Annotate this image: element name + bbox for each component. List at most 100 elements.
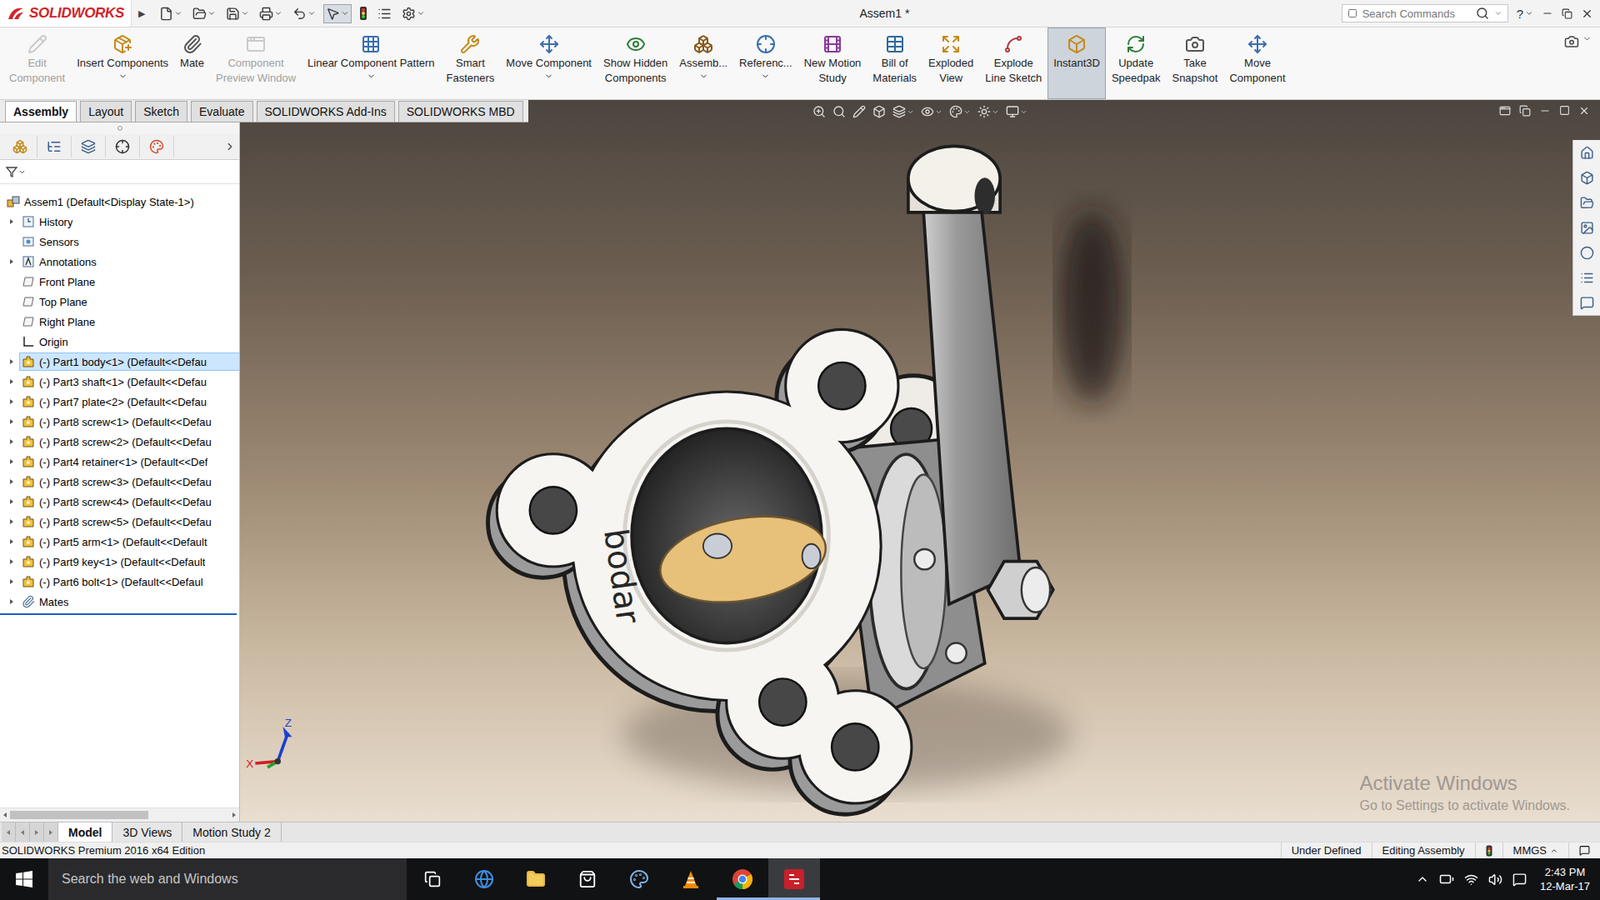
expand-arrow-icon[interactable] (8, 558, 15, 565)
scroll-thumb[interactable] (10, 810, 149, 820)
units-selector[interactable]: MMGS (1502, 842, 1569, 859)
close-icon[interactable] (1578, 105, 1590, 117)
ribbon-button[interactable]: SmartFasteners (440, 27, 501, 100)
view-tool-button[interactable] (832, 105, 846, 119)
expand-arrow-icon[interactable] (8, 498, 15, 505)
graphics-area[interactable]: bodarZXActivate WindowsGo to Settings to… (240, 100, 1600, 822)
expand-arrow-icon[interactable] (8, 478, 15, 485)
tree-item[interactable]: Assem1 (Default<Display State-1>) (0, 191, 240, 212)
rollback-bar[interactable] (0, 613, 237, 615)
action-center-icon[interactable] (1512, 872, 1527, 887)
task-pane-tab[interactable] (1573, 165, 1600, 190)
view-tool-button[interactable] (920, 105, 943, 119)
quick-access-button[interactable] (256, 4, 285, 24)
ribbon-button[interactable]: MoveComponent (1223, 27, 1291, 100)
ribbon-button[interactable]: ExplodeLine Sketch (979, 27, 1048, 100)
triad[interactable]: ZX (245, 716, 292, 770)
show-hidden-icons-icon[interactable] (1415, 872, 1430, 886)
view-tool-button[interactable] (872, 105, 886, 119)
scroll-left-icon[interactable] (1, 811, 9, 819)
ribbon-button[interactable]: Mate (174, 27, 210, 100)
tab-nav-button[interactable] (1, 822, 16, 842)
tooltips-toggle[interactable] (1568, 842, 1600, 859)
camera-icon[interactable] (1564, 34, 1580, 50)
view-tool-button[interactable] (812, 105, 826, 119)
bottom-tab[interactable]: Motion Study 2 (182, 822, 281, 842)
tree-item[interactable]: Annotations (0, 251, 240, 272)
expand-toggle[interactable] (3, 598, 20, 605)
tree-item[interactable]: (-) Part8 screw<4> (Default<<Defau (0, 491, 240, 512)
ribbon-button[interactable]: Bill ofMaterials (866, 27, 923, 100)
tree-item[interactable]: (-) Part9 key<1> (Default<<Default (0, 551, 240, 572)
task-pane-tab[interactable] (1573, 290, 1600, 315)
quick-access-button[interactable] (223, 4, 252, 24)
file-properties-button[interactable] (375, 4, 395, 24)
ribbon-button[interactable]: EditComponent (3, 27, 71, 100)
restore-icon[interactable] (1561, 8, 1573, 20)
tree-item[interactable]: History (0, 211, 240, 232)
tile-icon[interactable] (1519, 105, 1531, 117)
tree-item[interactable]: (-) Part8 screw<2> (Default<<Defau (0, 431, 240, 452)
taskbar-search[interactable]: Search the web and Windows (48, 858, 407, 900)
view-tool-button[interactable] (977, 105, 1000, 119)
expand-arrow-icon[interactable] (8, 358, 15, 365)
task-pane-tab[interactable] (1573, 215, 1600, 240)
split-view-icon[interactable] (1499, 105, 1511, 117)
quick-access-button[interactable] (323, 4, 352, 24)
rebuild-status[interactable] (1475, 842, 1503, 859)
taskbar-app[interactable] (716, 858, 769, 900)
ribbon-button[interactable]: Instant3D (1047, 27, 1106, 100)
expand-toggle[interactable] (3, 578, 20, 585)
expand-toggle[interactable] (3, 558, 20, 565)
tree-item[interactable]: (-) Part8 screw<5> (Default<<Defau (0, 511, 240, 532)
rebuild-button[interactable] (356, 3, 370, 24)
expand-toggle[interactable] (3, 458, 20, 465)
flange[interactable]: bodar (488, 330, 911, 815)
expand-arrow-icon[interactable] (8, 418, 15, 425)
ribbon-button[interactable]: Show HiddenComponents (597, 27, 674, 100)
tree-item[interactable]: (-) Part4 retainer<1> (Default<<Def (0, 451, 240, 472)
dropdown-icon[interactable] (366, 71, 376, 81)
tree-item[interactable]: (-) Part7 plate<2> (Default<<Defau (0, 391, 240, 412)
taskbar-app[interactable] (561, 858, 614, 900)
command-tab[interactable]: Layout (80, 100, 132, 122)
tree-item[interactable]: (-) Part6 bolt<1> (Default<<Defaul (0, 571, 240, 592)
tab-nav-button[interactable] (44, 822, 59, 842)
logo[interactable]: SOLIDWORKS (0, 0, 132, 27)
battery-icon[interactable] (1439, 871, 1455, 887)
dropdown-icon[interactable] (699, 71, 709, 81)
dropdown-icon[interactable] (1582, 34, 1592, 44)
tab-nav-button[interactable] (15, 822, 30, 842)
search-commands[interactable]: Search Commands (1341, 4, 1509, 23)
ribbon-button[interactable]: Move Component (500, 27, 598, 100)
tree-item[interactable]: Sensors (0, 231, 240, 252)
tree-item[interactable]: Origin (0, 331, 240, 352)
tree-item[interactable]: (-) Part8 screw<3> (Default<<Defau (0, 471, 240, 492)
expand-arrow-icon[interactable] (8, 258, 15, 265)
tree-item[interactable]: Top Plane (0, 291, 240, 312)
expand-toggle[interactable] (3, 418, 20, 425)
task-pane-tab[interactable] (1573, 140, 1600, 165)
expand-arrow-icon[interactable] (8, 458, 15, 465)
expand-toggle[interactable] (3, 258, 20, 265)
expand-arrow-icon[interactable] (8, 398, 15, 405)
expand-arrow-icon[interactable] (8, 378, 15, 385)
task-pane-tab[interactable] (1573, 190, 1600, 215)
task-pane-tab[interactable] (1573, 240, 1600, 265)
panel-tab[interactable] (105, 135, 140, 158)
ribbon-button[interactable]: ExplodedView (922, 27, 980, 100)
expand-toggle[interactable] (3, 518, 20, 525)
task-pane-tab[interactable] (1573, 265, 1600, 290)
expand-toggle[interactable] (3, 378, 20, 385)
view-tool-button[interactable] (949, 105, 971, 119)
tree-item[interactable]: Front Plane (0, 271, 240, 292)
horizontal-scrollbar[interactable] (0, 807, 240, 822)
expand-toggle[interactable] (3, 538, 20, 545)
panel-tab[interactable] (37, 135, 72, 158)
view-tool-button[interactable] (852, 105, 866, 119)
maximize-icon[interactable] (1559, 105, 1570, 116)
expand-toggle[interactable] (3, 478, 20, 485)
wifi-icon[interactable] (1464, 872, 1479, 887)
taskbar-app[interactable] (665, 858, 717, 900)
start-button[interactable] (0, 858, 49, 900)
